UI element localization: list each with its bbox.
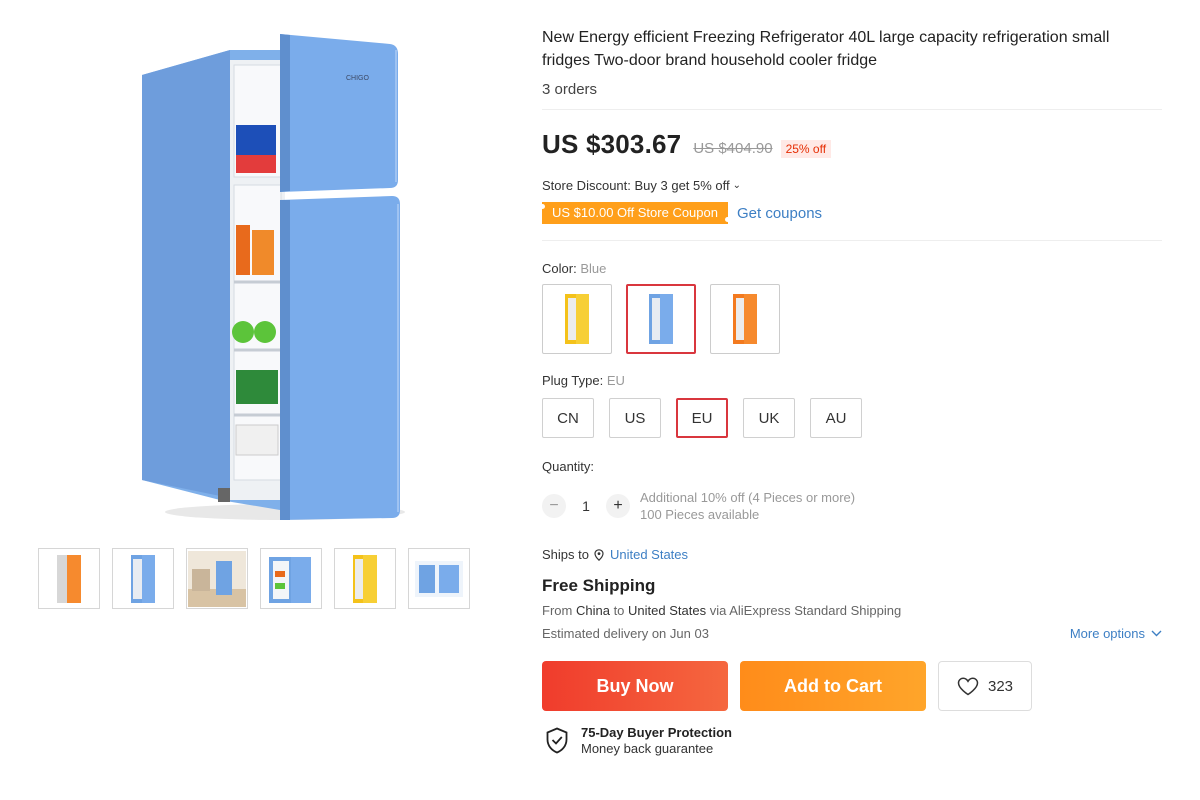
wishlist-count: 323 [987, 677, 1014, 695]
plug-option-au[interactable]: AU [810, 398, 862, 438]
buyer-protection-subtitle: Money back guarantee [581, 741, 714, 756]
get-coupons-link[interactable]: Get coupons [737, 205, 822, 222]
pieces-available: 100 Pieces available [640, 507, 760, 522]
store-coupon-badge[interactable]: US $10.00 Off Store Coupon [540, 202, 730, 224]
plug-option-eu[interactable]: EU [676, 398, 728, 438]
thumbnail-yellow-fridge[interactable] [334, 548, 396, 609]
quantity-value[interactable]: 1 [566, 498, 606, 514]
product-info-panel: New Energy efficient Freezing Refrigerat… [540, 26, 1162, 756]
selected-color: Blue [580, 261, 607, 276]
thumbnail-orange-fridge[interactable] [38, 548, 100, 609]
ships-to-label: Ships to [542, 547, 589, 562]
ships-to-country-link[interactable]: United States [610, 547, 688, 562]
quantity-label: Quantity: [542, 459, 595, 474]
plug-option-cn[interactable]: CN [542, 398, 594, 438]
color-options [542, 284, 1162, 354]
shipping-from-prefix: From [542, 603, 573, 618]
heart-icon [957, 677, 979, 695]
free-shipping-title: Free Shipping [542, 576, 656, 595]
current-price: US $303.67 [542, 129, 682, 159]
shipping-to-word: to [613, 603, 625, 618]
store-discount-text: Store Discount: Buy 3 get 5% off [542, 178, 730, 193]
bulk-discount-note: Additional 10% off (4 Pieces or more) [640, 490, 856, 505]
plug-type-label: Plug Type: EU [542, 373, 1162, 388]
plug-type-label-text: Plug Type: [542, 373, 604, 388]
estimated-delivery: Estimated delivery on Jun 03 [542, 626, 709, 641]
more-options-label: More options [1069, 626, 1145, 641]
chevron-down-icon [1151, 630, 1162, 637]
plug-option-uk[interactable]: UK [743, 398, 795, 438]
thumbnail-blue-fridge-open[interactable] [260, 548, 322, 609]
shipping-method: via AliExpress Standard Shipping [709, 603, 902, 618]
quantity-decrease-button[interactable]: − [542, 494, 566, 518]
shipping-route: From China to United States via AliExpre… [542, 603, 1162, 618]
buyer-protection-text: 75-Day Buyer Protection Money back guara… [581, 725, 732, 756]
original-price: US $404.90 [693, 140, 773, 157]
shield-check-icon [546, 727, 568, 754]
color-option-orange[interactable] [710, 284, 780, 354]
thumbnail-blue-fridge[interactable] [112, 548, 174, 609]
thumbnail-blue-fridge-detail[interactable] [408, 548, 470, 609]
quantity-stepper: − 1 + Additional 10% off (4 Pieces or mo… [542, 489, 1162, 523]
location-pin-icon [594, 548, 604, 561]
price-row: US $303.67 US $404.90 25% off [542, 129, 1162, 160]
plug-option-us[interactable]: US [609, 398, 661, 438]
main-product-image[interactable]: CHIGO [100, 20, 460, 530]
thumbnail-room-scene[interactable] [186, 548, 248, 609]
color-label-text: Color: [542, 261, 577, 276]
color-label: Color: Blue [542, 261, 1162, 276]
store-discount[interactable]: Store Discount: Buy 3 get 5% off ⌄ [542, 178, 1162, 193]
chevron-down-icon: ⌄ [732, 180, 742, 191]
buyer-protection-title: 75-Day Buyer Protection [581, 725, 732, 740]
quantity-increase-button[interactable]: + [606, 494, 630, 518]
purchase-actions: Buy Now Add to Cart 323 [542, 661, 1162, 711]
shipping-destination: United States [628, 603, 707, 618]
selected-plug-type: EU [606, 373, 625, 388]
orders-count: 3 orders [542, 81, 598, 98]
color-option-blue[interactable] [626, 284, 696, 354]
product-title: New Energy efficient Freezing Refrigerat… [542, 29, 1110, 69]
discount-badge: 25% off [780, 140, 832, 158]
divider [542, 240, 1162, 241]
color-option-yellow[interactable] [542, 284, 612, 354]
brand-logo-text: CHIGO [346, 75, 370, 82]
quantity-note: Additional 10% off (4 Pieces or more) 10… [640, 489, 855, 523]
buyer-protection: 75-Day Buyer Protection Money back guara… [545, 725, 1162, 756]
coupon-row: US $10.00 Off Store Coupon Get coupons [540, 202, 1162, 224]
delivery-row: Estimated delivery on Jun 03 More option… [542, 626, 1162, 641]
wishlist-button[interactable]: 323 [938, 661, 1032, 711]
divider [542, 109, 1162, 110]
ships-to: Ships to United States [542, 547, 1162, 562]
shipping-origin: China [575, 603, 610, 618]
thumbnail-strip [38, 548, 470, 609]
buy-now-button[interactable]: Buy Now [542, 661, 728, 711]
more-options-link[interactable]: More options [1070, 626, 1162, 641]
add-to-cart-button[interactable]: Add to Cart [740, 661, 926, 711]
plug-type-options: CN US EU UK AU [542, 398, 1162, 438]
